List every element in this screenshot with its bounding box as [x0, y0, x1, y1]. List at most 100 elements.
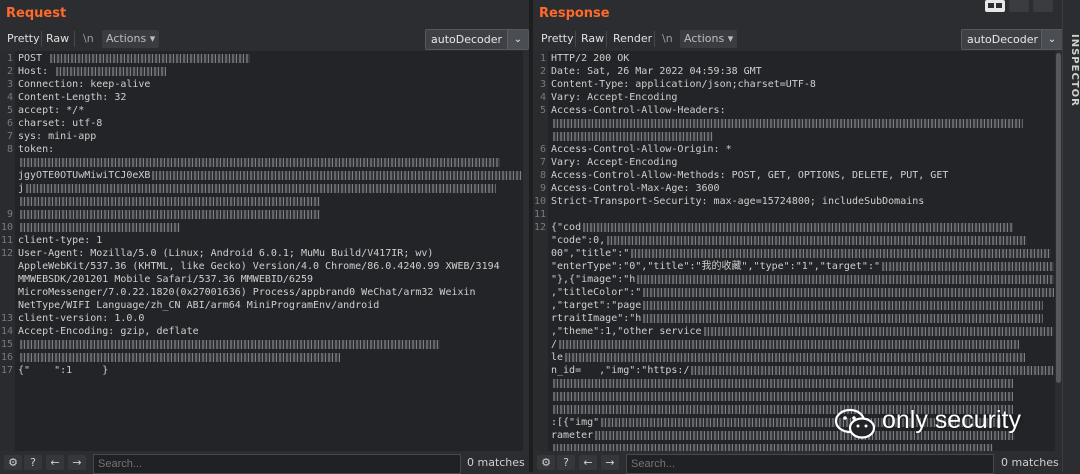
line-text: Host:: [18, 65, 167, 78]
line-text: AppleWebKit/537.36 (KHTML, like Gecko) V…: [18, 261, 500, 272]
settings-icon[interactable]: ⚙: [4, 455, 22, 470]
redacted-text: [20, 157, 500, 167]
editor-line: 12 User-Agent: Mozilla/5.0 (Linux; Androi…: [0, 247, 522, 260]
line-text: Access-Control-Allow-Headers:: [551, 105, 726, 116]
layout-single-button[interactable]: [1033, 0, 1053, 12]
line-text: [18, 338, 440, 351]
arrow-right-icon[interactable]: →: [601, 455, 619, 470]
scrollbar-thumb[interactable]: [1056, 53, 1061, 383]
redacted-text: [56, 66, 167, 76]
redacted-text: [553, 378, 1013, 388]
line-text: "code":0,: [551, 234, 1028, 247]
line-number: 4: [6, 92, 13, 103]
chevron-down-icon[interactable]: ⌄: [507, 30, 528, 49]
editor-line: 4 Vary: Accept-Encoding: [533, 91, 1054, 104]
response-decoder-dropdown[interactable]: autoDecoder ⌄: [961, 29, 1063, 50]
line-text: HTTP/2 200 OK: [551, 53, 630, 64]
request-tab-newline[interactable]: \n: [81, 31, 96, 47]
request-tab-raw[interactable]: Raw: [44, 31, 71, 47]
response-editor[interactable]: 1 HTTP/2 200 OK 2 Date: Sat, 26 Mar 2022 04…: [533, 51, 1062, 451]
editor-line: "},{"image":"h: [533, 273, 1054, 286]
editor-line: j: [0, 182, 522, 195]
editor-line: [0, 195, 522, 208]
tab-separator: [74, 31, 75, 47]
arrow-left-icon[interactable]: ←: [46, 455, 64, 470]
request-actions-button[interactable]: Actions ▾: [102, 30, 160, 48]
line-text: [551, 117, 1023, 130]
line-text: /: [551, 338, 1020, 351]
response-actions-button[interactable]: Actions ▾: [680, 30, 738, 48]
response-search-input[interactable]: [626, 454, 994, 474]
request-search-bar: ⚙ ? ← → 0 matches: [0, 453, 530, 474]
response-scrollbar[interactable]: [1055, 51, 1062, 451]
request-search-input[interactable]: [93, 454, 461, 474]
line-number: 16: [0, 352, 13, 363]
request-pane: Request Pretty Raw \n Actions ▾ autoDeco…: [0, 0, 530, 474]
line-text: User-Agent: Mozilla/5.0 (Linux; Android …: [18, 248, 434, 259]
inspector-label: INSPECTOR: [1069, 34, 1080, 107]
line-text: Access-Control-Allow-Methods: POST, GET,…: [551, 170, 949, 181]
request-match-count: 0 matches: [467, 456, 525, 469]
line-text: rtraitImage":"h: [551, 312, 1044, 325]
editor-line: 11 client-type: 1: [0, 234, 522, 247]
redacted-text: [881, 261, 1054, 271]
editor-line: 1 POST: [0, 52, 522, 65]
editor-line: "code":0,: [533, 234, 1054, 247]
redacted-text: [20, 222, 180, 232]
settings-icon[interactable]: ⚙: [537, 455, 555, 470]
redacted-text: [20, 352, 340, 362]
editor-line: NetType/WIFI Language/zh_CN ABI/arm64 Mi…: [0, 299, 522, 312]
arrow-left-icon[interactable]: ←: [579, 455, 597, 470]
line-number: 1: [6, 53, 13, 64]
line-text: client-type: 1: [18, 235, 103, 246]
response-tab-newline[interactable]: \n: [660, 31, 675, 47]
line-text: ,"target":"page: [551, 299, 1044, 312]
request-tab-pretty[interactable]: Pretty: [5, 31, 42, 47]
decoder-label: autoDecoder: [967, 33, 1039, 46]
response-tab-raw[interactable]: Raw: [579, 31, 606, 47]
inspector-panel[interactable]: INSPECTOR: [1062, 0, 1080, 472]
chevron-down-icon[interactable]: ⌄: [1041, 30, 1062, 49]
redacted-text: [607, 235, 1028, 245]
layout-stacked-button[interactable]: [1009, 0, 1029, 12]
editor-line: 15: [0, 338, 522, 351]
editor-line: le: [533, 351, 1054, 364]
request-decoder-dropdown[interactable]: autoDecoder ⌄: [425, 29, 529, 50]
help-icon[interactable]: ?: [557, 455, 575, 470]
response-tab-render[interactable]: Render: [611, 31, 654, 47]
line-text: "enterType":"0","title":"我的收藏","type":"1…: [551, 260, 1054, 273]
line-text: Accept-Encoding: gzip, deflate: [18, 326, 199, 337]
redacted-text: [553, 391, 1013, 401]
line-number: 11: [0, 235, 13, 246]
editor-line: [0, 156, 522, 169]
line-text: "},{"image":"h: [551, 273, 1054, 286]
editor-line: 7 sys: mini-app: [0, 130, 522, 143]
line-text: Access-Control-Max-Age: 3600: [551, 183, 720, 194]
line-text: charset: utf-8: [18, 118, 103, 129]
line-text: MicroMessenger/7.0.22.1820(0x27001636) P…: [18, 287, 476, 298]
redacted-text: [691, 365, 1054, 375]
editor-line: 2 Date: Sat, 26 Mar 2022 04:59:38 GMT: [533, 65, 1054, 78]
line-text: accept: */*: [18, 105, 85, 116]
chevron-down-icon: ▾: [727, 32, 734, 45]
columns-icon: [988, 3, 994, 8]
request-editor[interactable]: 1 POST 2 Host: 3 Connection: keep-alive 4 Con…: [0, 51, 530, 451]
redacted-text: [50, 53, 251, 63]
editor-line: [533, 377, 1054, 390]
editor-line: 2 Host:: [0, 65, 522, 78]
help-icon[interactable]: ?: [24, 455, 42, 470]
editor-line: 9: [0, 208, 522, 221]
line-number: 10: [0, 222, 13, 233]
arrow-right-icon[interactable]: →: [68, 455, 86, 470]
line-number: 12: [0, 248, 13, 259]
editor-line: /: [533, 338, 1054, 351]
editor-line: 12 {"cod: [533, 221, 1054, 234]
redacted-text: [20, 339, 440, 349]
editor-line: 16: [0, 351, 522, 364]
line-text: Vary: Accept-Encoding: [551, 92, 678, 103]
redacted-text: [643, 300, 1044, 310]
response-tab-pretty[interactable]: Pretty: [539, 31, 576, 47]
layout-side-by-side-button[interactable]: [985, 0, 1005, 12]
line-text: Content-Length: 32: [18, 92, 127, 103]
line-number: 8: [539, 170, 546, 181]
